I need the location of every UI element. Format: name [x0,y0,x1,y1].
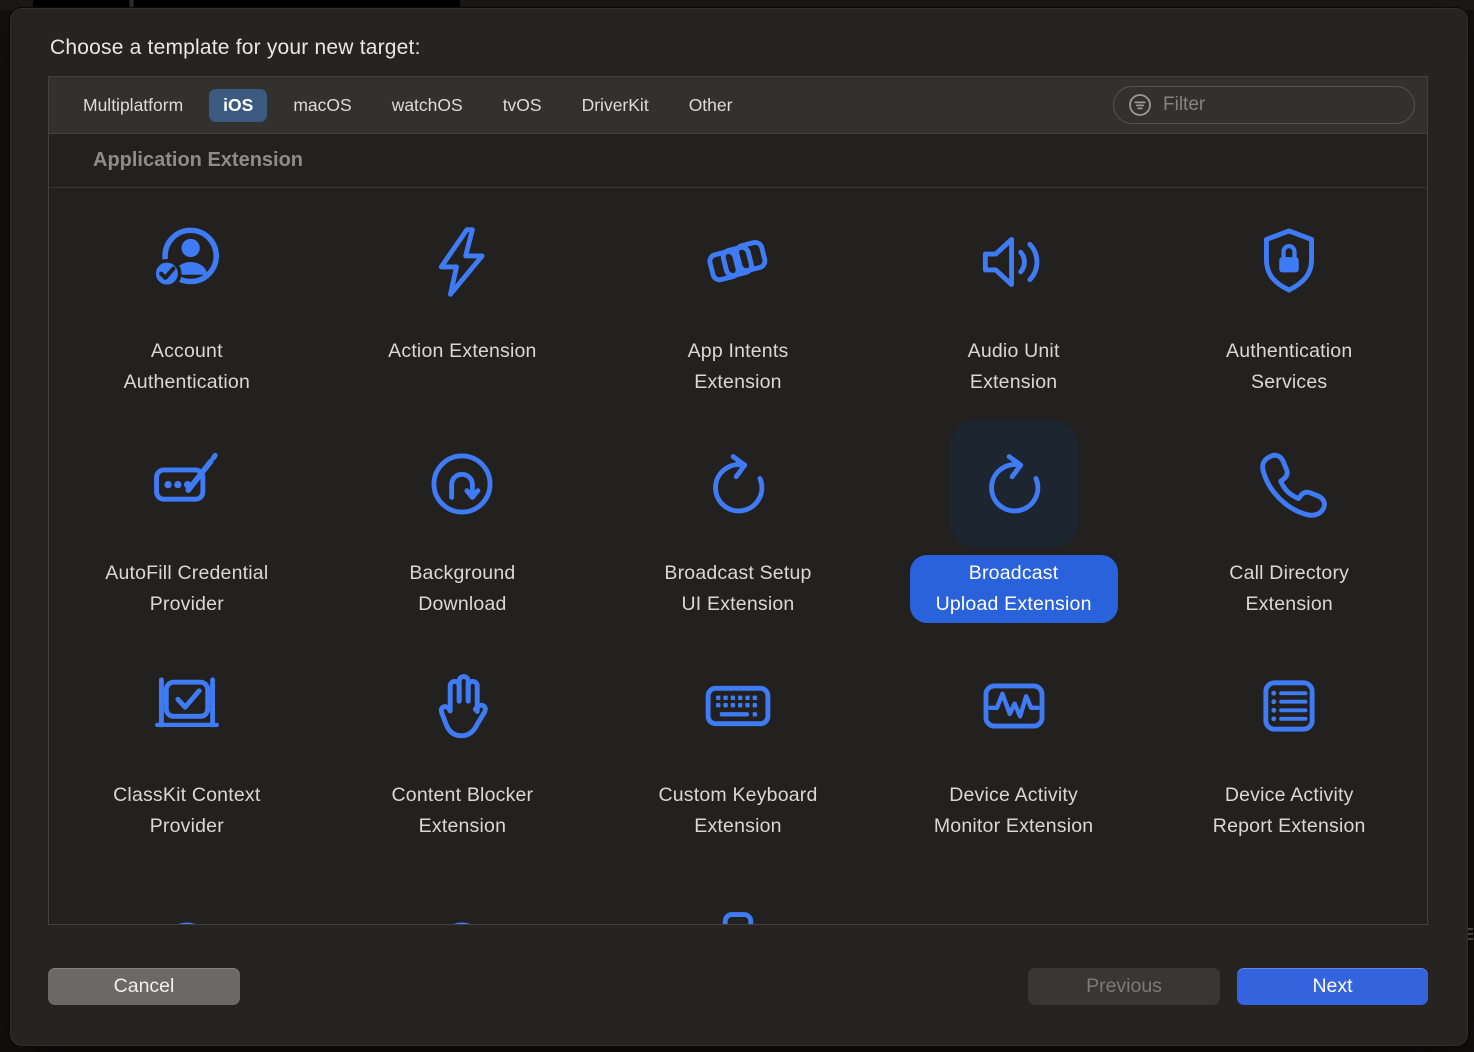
list-box-icon [1225,642,1353,770]
template-item-label: Content BlockerExtension [366,777,560,845]
template-item-label: BackgroundDownload [383,555,541,623]
speaker-waves-icon [950,198,1078,326]
template-item-label: AutoFill CredentialProvider [79,555,294,623]
template-item-broadcast-upload-extension[interactable]: BroadcastUpload Extension [876,420,1152,642]
template-item-label: Broadcast SetupUI Extension [638,555,837,623]
template-item-classkit-context-provider[interactable]: ClassKit ContextProvider [49,642,325,864]
tab-watchos[interactable]: watchOS [378,89,477,122]
template-chooser: Multiplatform iOS macOS watchOS tvOS DriverKi… [48,76,1428,925]
tab-macos[interactable]: macOS [279,89,365,122]
arc-arrow-icon [123,864,251,924]
easel-check-icon [123,642,251,770]
tab-other[interactable]: Other [675,89,747,122]
circle-icon [950,864,1078,924]
previous-button[interactable]: Previous [1028,968,1220,1005]
template-item-label: Custom KeyboardExtension [632,777,843,845]
template-item-partial[interactable] [600,864,876,924]
template-item-account-authentication[interactable]: AccountAuthentication [49,198,325,420]
template-item-authentication-services[interactable]: AuthenticationServices [1151,198,1427,420]
filter-input[interactable] [1161,93,1400,117]
template-item-partial[interactable] [325,864,601,924]
keyboard-icon [674,642,802,770]
stacked-cards-icon [674,198,802,326]
template-item-label: Device ActivityReport Extension [1187,777,1392,845]
section-header: Application Extension [49,134,1427,188]
platform-tabbar: Multiplatform iOS macOS watchOS tvOS DriverKi… [49,77,1427,134]
filter-icon [1128,93,1152,117]
template-item-partial[interactable] [49,864,325,924]
background-window-artifact [1467,925,1474,965]
next-button[interactable]: Next [1237,968,1428,1005]
field-pencil-icon [123,420,251,548]
person-badge-check-icon [123,198,251,326]
tab-ios[interactable]: iOS [209,89,267,122]
template-item-label: App IntentsExtension [662,333,815,401]
template-item-label: Audio UnitExtension [942,333,1086,401]
tab-multiplatform[interactable]: Multiplatform [69,89,197,122]
phone-icon [1225,420,1353,548]
template-item-autofill-credential-provider[interactable]: AutoFill CredentialProvider [49,420,325,642]
filter-field[interactable] [1113,86,1415,124]
hand-raised-icon [398,642,526,770]
bolt-icon [398,198,526,326]
template-item-label: AccountAuthentication [98,333,276,401]
template-item-device-activity-report-extension[interactable]: Device ActivityReport Extension [1151,642,1427,864]
template-item-audio-unit-extension[interactable]: Audio UnitExtension [876,198,1152,420]
template-item-action-extension[interactable]: Action Extension [325,198,601,420]
dialog-title: Choose a template for your new target: [50,36,421,60]
template-item-label: AuthenticationServices [1200,333,1378,401]
template-item-content-blocker-extension[interactable]: Content BlockerExtension [325,642,601,864]
template-item-call-directory-extension[interactable]: Call DirectoryExtension [1151,420,1427,642]
new-target-template-dialog: Choose a template for your new target: M… [10,8,1468,1046]
circle-slash-icon [1225,864,1353,924]
rotate-arrow-icon [950,420,1078,548]
tab-driverkit[interactable]: DriverKit [568,89,663,122]
template-item-device-activity-monitor-extension[interactable]: Device ActivityMonitor Extension [876,642,1152,864]
arc-arrow-icon [398,864,526,924]
template-item-broadcast-setup-ui-extension[interactable]: Broadcast SetupUI Extension [600,420,876,642]
template-item-partial[interactable] [1151,864,1427,924]
template-item-label: Call DirectoryExtension [1203,555,1375,623]
download-circle-icon [398,420,526,548]
platform-tabs: Multiplatform iOS macOS watchOS tvOS DriverKi… [69,89,746,122]
template-item-label: BroadcastUpload Extension [910,555,1118,623]
template-item-background-download[interactable]: BackgroundDownload [325,420,601,642]
template-item-label: Action Extension [362,333,562,370]
template-grid: AccountAuthentication Action Extension Ap… [49,188,1427,924]
template-item-label: Device ActivityMonitor Extension [908,777,1119,845]
ticket-icon [674,864,802,924]
template-item-custom-keyboard-extension[interactable]: Custom KeyboardExtension [600,642,876,864]
template-item-label: ClassKit ContextProvider [87,777,286,845]
cancel-button[interactable]: Cancel [48,968,240,1005]
template-item-partial[interactable] [876,864,1152,924]
template-item-app-intents-extension[interactable]: App IntentsExtension [600,198,876,420]
waveform-box-icon [950,642,1078,770]
shield-lock-icon [1225,198,1353,326]
rotate-arrow-icon [674,420,802,548]
tab-tvos[interactable]: tvOS [489,89,556,122]
